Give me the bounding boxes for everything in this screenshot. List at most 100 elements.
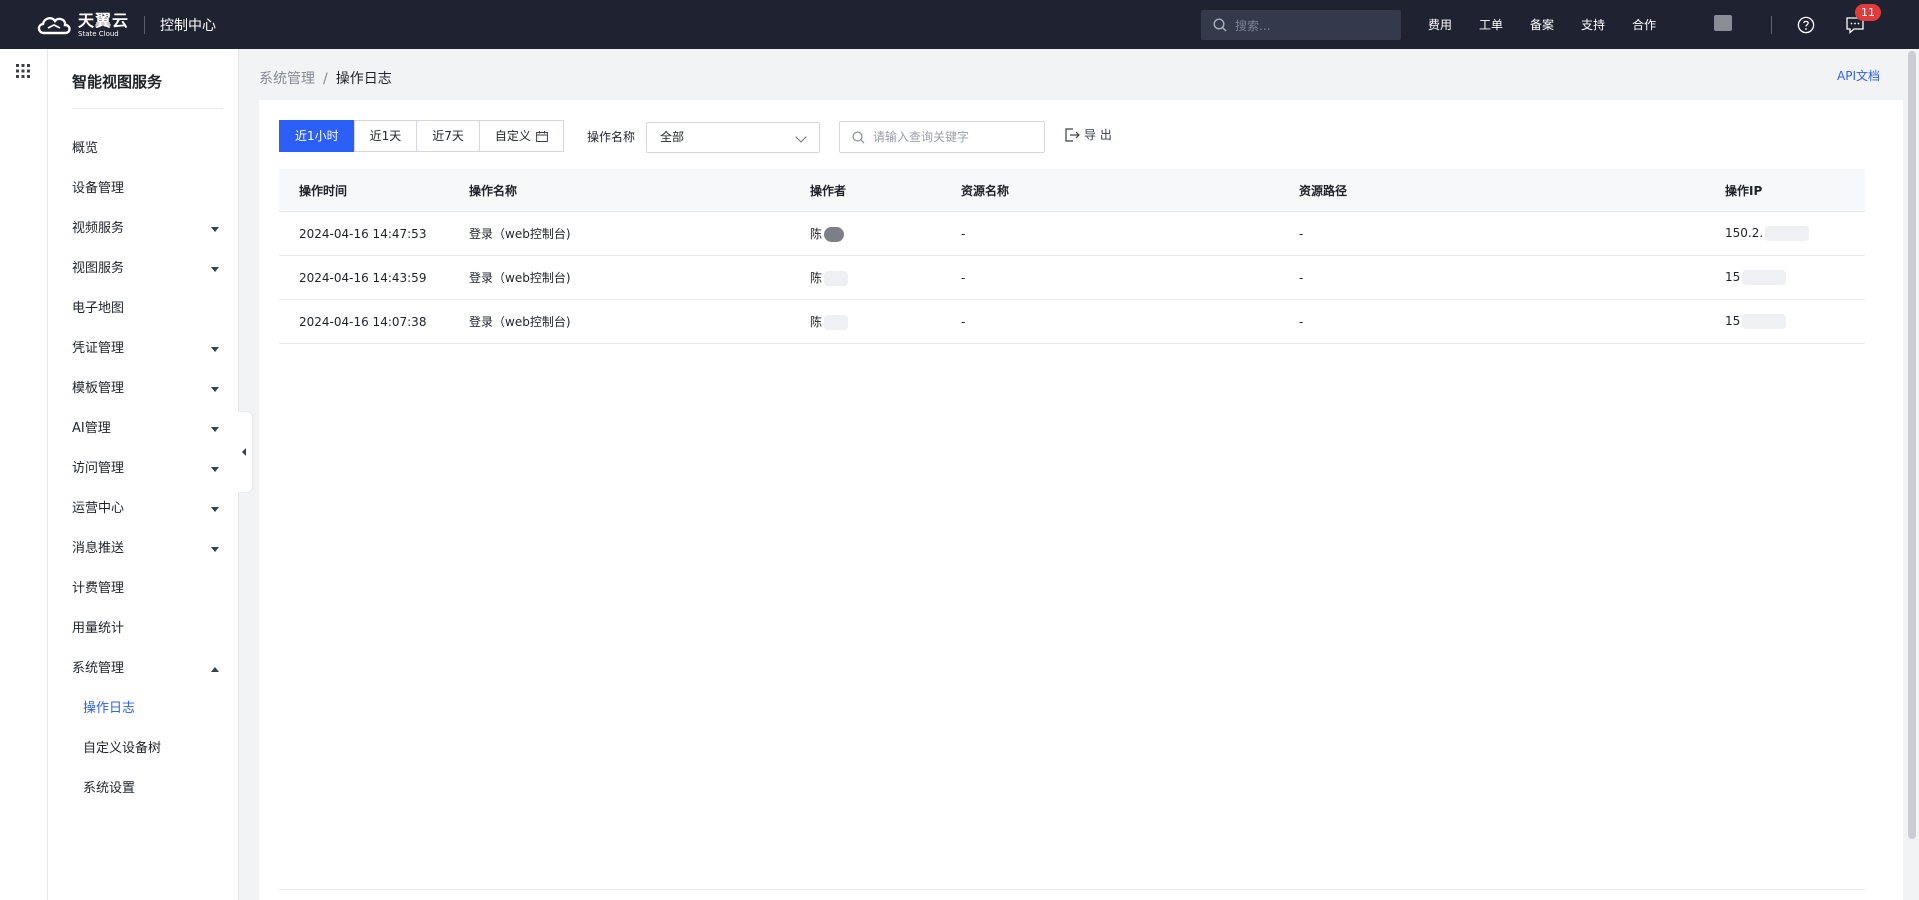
sidebar-subitem-operation-log[interactable]: 操作日志 [48,689,239,729]
time-range-selector: 近1小时 近1天 近7天 自定义 [279,120,564,152]
chevron-down-icon [211,547,219,552]
table-row: 2024-04-16 14:43:59 登录（web控制台) 陈 - - 15 [279,256,1865,300]
time-range-7d[interactable]: 近7天 [416,120,480,152]
sidebar-item-credentials[interactable]: 凭证管理 [48,329,239,369]
redacted-mask [1765,226,1810,241]
sidebar-item-push[interactable]: 消息推送 [48,529,239,569]
sidebar-item-billing[interactable]: 计费管理 [48,569,239,609]
operation-name-value: 全部 [660,130,685,144]
divider [1771,16,1772,34]
chevron-down-icon [795,131,807,143]
chevron-down-icon [211,507,219,512]
sidebar-item-video[interactable]: 视频服务 [48,209,239,249]
column-header-operation: 操作名称 [469,183,518,198]
column-header-resource-name: 资源名称 [961,183,1010,198]
export-label: 导 出 [1084,128,1112,142]
logo-text: 天翼云 [78,10,130,30]
cell-operator: 陈 [790,313,941,330]
top-link-billing[interactable]: 费用 [1428,16,1452,33]
sidebar-item-view[interactable]: 视图服务 [48,249,239,289]
content-card: 近1小时 近1天 近7天 自定义 操作名称 全部 导 出 [259,100,1903,900]
sidebar-item-label: 电子地图 [72,301,125,316]
cloud-logo-icon [37,16,71,35]
console-title[interactable]: 控制中心 [160,15,216,35]
sidebar-title: 智能视图服务 [72,73,163,91]
cell-resource-name: - [961,270,966,285]
sidebar-item-devices[interactable]: 设备管理 [48,169,239,209]
product-rail [0,49,48,900]
page-scrollbar[interactable] [1905,49,1919,900]
cell-ip: 150.2. [1705,226,1865,241]
operation-name-select[interactable]: 全部 [646,122,820,153]
export-button[interactable]: 导 出 [1065,126,1112,143]
logo[interactable]: 天翼云 State Cloud [34,11,129,39]
sidebar-menu: 概览 设备管理 视频服务 视图服务 电子地图 凭证管理 模板管理 AI管理 访问… [48,129,239,809]
top-navigation-bar: 天翼云 State Cloud 控制中心 搜索... 费用 工单 备案 支持 合… [0,0,1919,49]
chevron-down-icon [211,267,219,272]
redacted-mask [824,271,849,286]
operation-log-table: 操作时间 操作名称 操作者 资源名称 资源路径 操作IP 2024-04-16 … [279,169,1865,344]
user-avatar[interactable] [1714,15,1732,31]
keyword-search[interactable] [839,121,1045,153]
breadcrumb-separator: / [323,71,328,87]
top-link-filing[interactable]: 备案 [1530,16,1554,33]
export-icon [1065,127,1080,142]
top-link-support[interactable]: 支持 [1581,16,1605,33]
calendar-icon [536,130,548,142]
keyword-input[interactable] [873,130,1033,144]
table-row: 2024-04-16 14:07:38 登录（web控制台) 陈 - - 15 [279,300,1865,344]
search-icon [852,131,865,143]
sidebar-item-label: 运营中心 [72,501,125,516]
sidebar-item-ai[interactable]: AI管理 [48,409,239,449]
ip-value: 150.2. [1725,226,1764,240]
cell-resource-path: - [1299,270,1304,285]
cell-time: 2024-04-16 14:07:38 [299,314,427,329]
notification-badge: 11 [1855,4,1881,21]
divider [279,889,1865,890]
sidebar-item-templates[interactable]: 模板管理 [48,369,239,409]
sidebar-item-overview[interactable]: 概览 [48,129,239,169]
cell-operation: 登录（web控制台) [469,271,571,285]
redacted-mask [824,227,845,242]
operator-name: 陈 [810,271,823,285]
sidebar-item-label: 消息推送 [72,541,125,556]
sidebar-item-usage[interactable]: 用量统计 [48,609,239,649]
sidebar-item-access[interactable]: 访问管理 [48,449,239,489]
cell-resource-path: - [1299,226,1304,241]
chevron-down-icon [211,467,219,472]
divider [72,108,223,109]
sidebar-item-operations[interactable]: 运营中心 [48,489,239,529]
search-icon [1213,18,1227,32]
chevron-up-icon [211,667,219,672]
sidebar-item-label: 系统设置 [83,781,136,796]
cell-resource-path: - [1299,314,1304,329]
global-search-input[interactable]: 搜索... [1201,10,1401,40]
sidebar-subitem-device-tree[interactable]: 自定义设备树 [48,729,239,769]
operation-name-label: 操作名称 [587,130,636,144]
sidebar-item-label: 操作日志 [83,701,136,716]
scrollbar-thumb[interactable] [1908,51,1916,839]
time-range-custom[interactable]: 自定义 [478,120,564,152]
api-doc-link[interactable]: API文档 [1837,67,1880,84]
breadcrumb-parent[interactable]: 系统管理 [259,71,315,87]
column-header-operator: 操作者 [810,183,847,198]
time-range-1d[interactable]: 近1天 [353,120,418,152]
table-row: 2024-04-16 14:47:53 登录（web控制台) 陈 - - 150… [279,212,1865,256]
sidebar-item-label: 访问管理 [72,461,125,476]
top-link-partner[interactable]: 合作 [1632,16,1656,33]
sidebar: 智能视图服务 概览 设备管理 视频服务 视图服务 电子地图 凭证管理 模板管理 … [48,49,239,900]
cell-ip: 15 [1705,270,1865,285]
time-range-1h[interactable]: 近1小时 [279,120,355,152]
help-icon[interactable] [1797,16,1815,34]
logo-subtext: State Cloud [78,29,119,38]
sidebar-collapse-button[interactable] [238,412,252,492]
sidebar-item-map[interactable]: 电子地图 [48,289,239,329]
redacted-mask [1742,314,1787,329]
cell-ip: 15 [1705,314,1865,329]
chevron-left-icon [242,448,246,456]
top-link-tickets[interactable]: 工单 [1479,16,1503,33]
apps-grid-icon[interactable] [16,64,30,78]
sidebar-item-system[interactable]: 系统管理 [48,649,239,689]
cell-resource-name: - [961,226,966,241]
sidebar-subitem-settings[interactable]: 系统设置 [48,769,239,809]
